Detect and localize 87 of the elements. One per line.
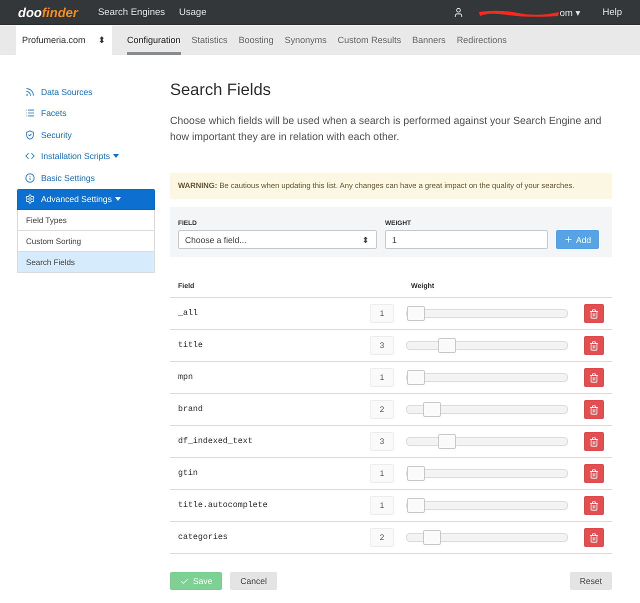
weight-slider[interactable] (406, 533, 568, 542)
sidebar-item[interactable]: Security (17, 124, 155, 146)
delete-button[interactable] (584, 400, 604, 419)
field-name: df_indexed_text (178, 437, 254, 446)
page-title: Search Fields (170, 81, 272, 100)
slider-thumb[interactable] (407, 466, 425, 481)
info-icon (25, 172, 35, 183)
cancel-button[interactable]: Cancel (230, 572, 277, 590)
reset-button[interactable]: Reset (570, 572, 612, 590)
field-name: title (178, 341, 204, 350)
field-name: brand (178, 405, 204, 414)
field-name: categories (178, 533, 229, 542)
page-description: Choose which fields will be used when a search is performed against your Search Engine and how important they are in relation with each other. (170, 115, 602, 145)
nav-link[interactable]: Usage (179, 7, 206, 18)
select-arrows: ⬍ (362, 234, 370, 244)
help-link[interactable]: Help (602, 7, 622, 18)
slider-thumb[interactable] (407, 498, 425, 513)
logo[interactable]: doofinder (18, 5, 78, 20)
sidebar-subitem[interactable]: Search Fields (17, 252, 155, 273)
nav-tab[interactable]: Redirections (456, 25, 507, 55)
weight-value: 1 (370, 496, 394, 515)
delete-button[interactable] (584, 464, 604, 483)
trash-icon (589, 468, 599, 478)
list-icon (25, 108, 35, 118)
slider-thumb[interactable] (407, 370, 425, 385)
sidebar-item[interactable]: Basic Settings (17, 167, 155, 188)
engine-select[interactable]: Profumeria.com ⬍ (16, 25, 112, 55)
delete-button[interactable] (584, 336, 604, 355)
sidebar-item[interactable]: Data Sources (17, 81, 155, 102)
weight-value: 1 (370, 464, 394, 483)
nav-tab[interactable]: Custom Results (338, 25, 402, 55)
delete-button[interactable] (584, 304, 604, 323)
weight-value: 3 (370, 336, 394, 355)
weight-value: 3 (370, 432, 394, 451)
trash-icon (589, 532, 599, 542)
nav-tab[interactable]: Statistics (192, 25, 228, 55)
weight-value: 2 (370, 528, 394, 547)
settings-icon (25, 194, 35, 204)
plus-icon (564, 235, 573, 244)
nav-tab[interactable]: Configuration (127, 25, 181, 55)
trash-icon (589, 308, 599, 318)
weight-slider[interactable] (406, 341, 568, 350)
nav-link[interactable]: Search Engines (98, 7, 166, 18)
sidebar-subitem[interactable]: Custom Sorting (17, 231, 155, 252)
slider-thumb[interactable] (407, 306, 425, 321)
slider-thumb[interactable] (422, 530, 441, 545)
weight-value: 2 (370, 400, 394, 419)
nav-tab[interactable]: Boosting (238, 25, 274, 55)
trash-icon (589, 372, 599, 382)
weight-value: 1 (370, 368, 394, 387)
weight-slider[interactable] (406, 405, 568, 414)
nav-tab[interactable]: Synonyms (284, 25, 327, 55)
slider-thumb[interactable] (438, 338, 456, 353)
code-icon (25, 151, 35, 162)
weight-slider[interactable] (406, 469, 568, 478)
delete-button[interactable] (584, 368, 604, 387)
nav-tab[interactable]: Banners (412, 25, 446, 55)
check-icon (180, 576, 189, 586)
user-icon (452, 7, 464, 18)
select-arrows: ⬍ (98, 35, 106, 45)
delete-button[interactable] (584, 432, 604, 451)
weight-value: 1 (370, 304, 394, 323)
delete-button[interactable] (584, 496, 604, 515)
trash-icon (589, 404, 599, 414)
sidebar-item[interactable]: Advanced Settings (17, 188, 155, 210)
trash-icon (589, 436, 599, 446)
rss-icon (25, 86, 35, 97)
field-select[interactable]: Choose a field... ⬍ (178, 230, 377, 249)
delete-button[interactable] (584, 528, 604, 547)
weight-slider[interactable] (406, 309, 568, 318)
shield-icon (25, 130, 35, 140)
field-name: title.autocomplete (178, 501, 269, 510)
trash-icon (589, 500, 599, 510)
sidebar-subitem[interactable]: Field Types (17, 210, 155, 231)
slider-thumb[interactable] (438, 434, 456, 449)
sidebar-item[interactable]: Facets (17, 102, 155, 124)
field-name: mpn (178, 373, 194, 382)
trash-icon (589, 340, 599, 350)
field-name: _all (178, 309, 199, 318)
account-menu[interactable]: om ▾ (560, 6, 580, 18)
weight-input[interactable]: 1 (385, 230, 548, 249)
field-name: gtin (178, 469, 199, 478)
weight-slider[interactable] (406, 373, 568, 382)
weight-slider[interactable] (406, 437, 568, 446)
slider-thumb[interactable] (422, 402, 441, 417)
weight-slider[interactable] (406, 501, 568, 510)
sidebar-item[interactable]: Installation Scripts (17, 146, 155, 167)
